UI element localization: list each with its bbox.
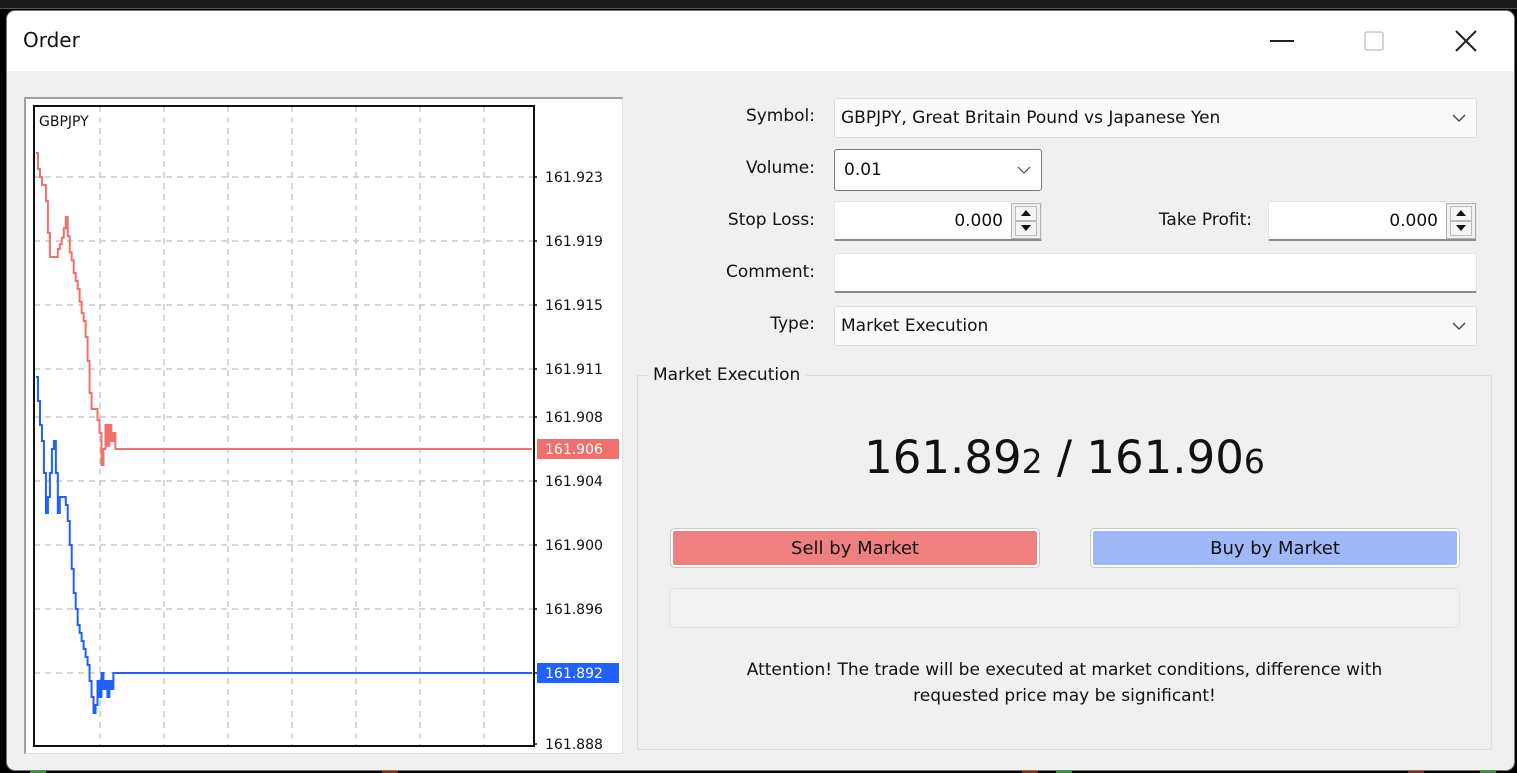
buy-by-market-button[interactable]: Buy by Market	[1091, 529, 1459, 567]
close-icon	[1455, 30, 1477, 52]
symbol-label: Symbol:	[745, 106, 815, 126]
tick-chart: GBPJPY 161.923 161.919 161.915 161.911 161.9…	[24, 97, 623, 754]
window-title: Order	[23, 28, 80, 52]
ask-price: 161.906	[1086, 431, 1264, 484]
tick-chart-svg: GBPJPY 161.923 161.919 161.915 161.911 161.9…	[33, 105, 619, 753]
maximize-icon	[1364, 31, 1384, 51]
execution-status-bar	[669, 588, 1460, 628]
y-tick-label: 161.908	[545, 410, 603, 426]
take-profit-value: 0.000	[1389, 210, 1438, 231]
comment-input[interactable]	[834, 253, 1477, 293]
bid-ask-display: 161.892 / 161.906	[637, 431, 1492, 484]
spin-up-icon[interactable]	[1450, 205, 1472, 221]
title-bar[interactable]: Order	[7, 11, 1514, 71]
take-profit-input[interactable]: 0.000	[1268, 201, 1477, 241]
attention-line-2: requested price may be significant!	[913, 686, 1216, 706]
y-tick-label: 161.904	[545, 474, 603, 490]
stop-loss-label: Stop Loss:	[727, 210, 815, 230]
spin-down-icon[interactable]	[1450, 220, 1472, 236]
current-bid-tag: 161.892	[545, 666, 603, 682]
current-ask-tag: 161.906	[545, 442, 603, 458]
bid-price-last-digit: 2	[1021, 442, 1043, 481]
y-tick-label: 161.900	[545, 538, 603, 554]
close-button[interactable]	[1443, 21, 1489, 61]
volume-combobox[interactable]: 0.01	[834, 149, 1042, 191]
price-separator: /	[1042, 431, 1087, 484]
spin-up-icon[interactable]	[1015, 205, 1037, 221]
y-tick-label: 161.919	[545, 234, 603, 250]
chevron-down-icon[interactable]	[1007, 166, 1041, 174]
maximize-button[interactable]	[1351, 21, 1397, 61]
stop-loss-input[interactable]: 0.000	[834, 201, 1042, 241]
symbol-value: GBPJPY, Great Britain Pound vs Japanese …	[841, 108, 1221, 128]
take-profit-label: Take Profit:	[1158, 210, 1252, 230]
y-tick-label: 161.896	[545, 602, 603, 618]
stop-loss-value: 0.000	[954, 210, 1003, 231]
y-tick-label: 161.923	[545, 170, 603, 186]
comment-label: Comment:	[725, 262, 815, 282]
minimize-icon	[1270, 40, 1294, 42]
y-tick-label: 161.911	[545, 362, 603, 378]
attention-line-1: Attention! The trade will be executed at…	[746, 660, 1383, 680]
symbol-select[interactable]: GBPJPY, Great Britain Pound vs Japanese …	[834, 98, 1477, 138]
y-tick-label: 161.888	[545, 737, 603, 753]
type-label: Type:	[770, 314, 815, 334]
bid-price: 161.892	[864, 431, 1042, 484]
chevron-down-icon	[1442, 322, 1476, 330]
bid-price-main: 161.89	[864, 431, 1022, 484]
series-line-ask	[36, 152, 532, 466]
volume-value: 0.01	[844, 160, 882, 180]
type-value: Market Execution	[841, 316, 989, 336]
ask-price-main: 161.90	[1086, 431, 1244, 484]
take-profit-spinner[interactable]	[1446, 202, 1476, 239]
spin-down-icon[interactable]	[1015, 220, 1037, 236]
chevron-down-icon	[1442, 114, 1476, 122]
sell-by-market-button[interactable]: Sell by Market	[671, 529, 1039, 567]
volume-label: Volume:	[746, 158, 815, 178]
minimize-button[interactable]	[1259, 21, 1305, 61]
background-terminal-top	[0, 0, 1517, 9]
chart-symbol-label: GBPJPY	[39, 114, 89, 130]
ask-price-last-digit: 6	[1243, 442, 1265, 481]
market-execution-group-title: Market Execution	[647, 365, 807, 385]
order-dialog: Order GBPJPY 161.923 161.919 161.915 161.91…	[7, 11, 1514, 770]
attention-message: Attention! The trade will be executed at…	[687, 657, 1442, 709]
stop-loss-spinner[interactable]	[1011, 202, 1041, 239]
type-select[interactable]: Market Execution	[834, 306, 1477, 346]
y-tick-label: 161.915	[545, 298, 603, 314]
